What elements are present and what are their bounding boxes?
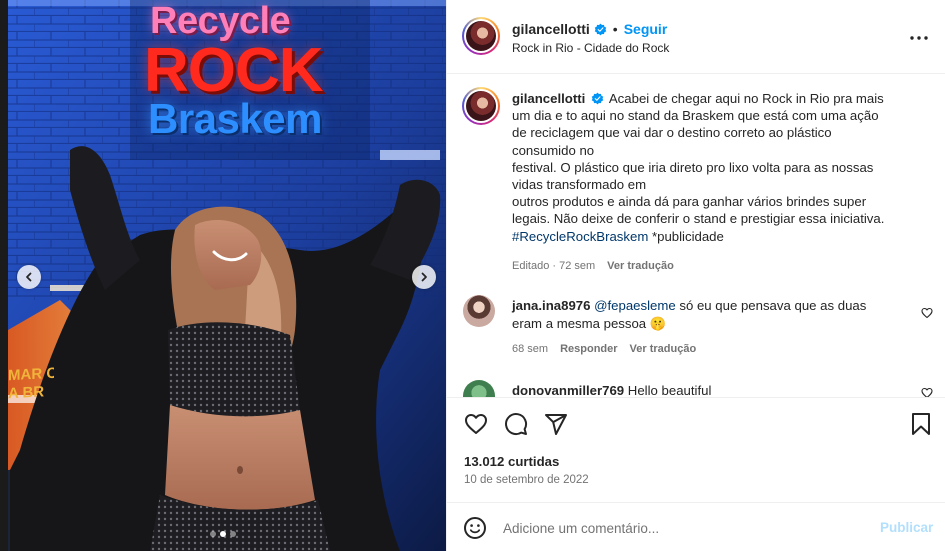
caption-translate-button[interactable]: Ver tradução — [607, 260, 674, 272]
heart-icon[interactable] — [464, 412, 488, 436]
caption-line: de reciclagem que vai dar o destino corr… — [512, 125, 832, 141]
next-slide-button[interactable] — [412, 265, 436, 289]
commenter-avatar[interactable] — [463, 295, 495, 327]
comment-text-content: Hello beautiful — [624, 383, 712, 397]
avatar-image — [466, 91, 496, 121]
hashtag-link[interactable]: #RecycleRockBraskem — [512, 229, 648, 244]
slide-dot — [230, 531, 236, 537]
caption-line: Acabei de chegar aqui no Rock in Rio pra… — [608, 91, 884, 106]
caption-author-avatar[interactable] — [462, 87, 500, 125]
like-count[interactable]: 13.012 curtidas — [464, 454, 559, 469]
caption-line: vidas transformado em — [512, 177, 647, 193]
chevron-left-icon — [26, 272, 32, 282]
caption-meta: Editado · 72 sem Ver tradução — [512, 260, 674, 272]
caption-line: um dia e to aqui no stand da Braskem que… — [512, 108, 879, 124]
comment-text-line2: eram a mesma pessoa 🤫 — [512, 316, 667, 331]
author-username[interactable]: gilancellotti — [512, 21, 590, 37]
comments-section[interactable]: gilancellotti Acabei de chegar aqui no R… — [447, 75, 945, 397]
commenter-username[interactable]: jana.ina8976 — [512, 298, 590, 313]
comment-icon[interactable] — [504, 412, 528, 436]
post-actions: 13.012 curtidas 10 de setembro de 2022 P… — [447, 397, 945, 551]
avatar-image — [466, 21, 496, 51]
verified-badge-icon — [594, 23, 607, 35]
verified-badge-icon — [591, 92, 604, 105]
caption-username[interactable]: gilancellotti — [512, 91, 585, 106]
bookmark-icon[interactable] — [909, 412, 933, 436]
comment-time: 68 sem — [512, 343, 549, 355]
share-icon[interactable] — [544, 412, 568, 436]
reply-button[interactable]: Responder — [560, 343, 617, 355]
background-wall-text: MAR C A BR — [8, 364, 54, 403]
publish-comment-button[interactable]: Publicar — [880, 520, 933, 535]
caption-line: consumido no — [512, 142, 595, 158]
comment-text: jana.ina8976 @fepaesleme só eu que pensa… — [512, 297, 892, 333]
caption-line: outros produtos e ainda dá para ganhar v… — [512, 194, 867, 210]
media-left-edge — [0, 0, 8, 551]
header-separator: • — [612, 21, 618, 37]
caption-line: legais. Não deixe de conferir o stand e … — [512, 211, 885, 227]
like-comment-icon[interactable] — [921, 307, 933, 319]
sign-line-recycle: Recycle — [150, 0, 291, 42]
emoji-icon[interactable] — [463, 516, 487, 540]
sign-line-braskem: Braskem — [148, 95, 322, 142]
chevron-right-icon — [421, 272, 427, 282]
comment-meta: 68 sem Responder Ver tradução — [512, 343, 696, 355]
comment-text: donovanmiller769 Hello beautiful — [512, 382, 711, 397]
mention-link[interactable]: @fepaesleme — [594, 298, 676, 313]
recycle-rock-sign: Recycle ROCK Braskem — [140, 0, 360, 160]
add-comment-bar: Publicar — [447, 502, 945, 551]
slide-dot-active — [220, 531, 226, 537]
caption-line: festival. O plástico que iria direto pro… — [512, 159, 874, 175]
post-media: Recycle ROCK Braskem MAR C A BR — [0, 0, 447, 551]
like-comment-icon[interactable] — [921, 387, 933, 397]
follow-button[interactable]: Seguir — [624, 21, 668, 37]
slide-indicator — [0, 531, 446, 537]
sign-line-rock: ROCK — [144, 36, 324, 105]
post-date: 10 de setembro de 2022 — [464, 474, 589, 486]
commenter-username[interactable]: donovanmiller769 — [512, 383, 624, 397]
slide-dot — [210, 531, 216, 537]
comment-text-line1: só eu que pensava que as duas — [675, 298, 867, 313]
caption-suffix: *publicidade — [648, 228, 724, 244]
post-caption: gilancellotti Acabei de chegar aqui no R… — [512, 90, 912, 245]
more-options-icon[interactable] — [908, 27, 930, 49]
header-title-row: gilancellotti • Seguir — [512, 20, 667, 38]
caption-edited-time: Editado · 72 sem — [512, 260, 596, 272]
commenter-avatar[interactable] — [463, 380, 495, 397]
author-avatar[interactable] — [462, 17, 500, 55]
comment-translate-button[interactable]: Ver tradução — [630, 343, 697, 355]
comment-input[interactable] — [503, 516, 863, 540]
post-location[interactable]: Rock in Rio - Cidade do Rock — [512, 41, 669, 55]
previous-slide-button[interactable] — [17, 265, 41, 289]
